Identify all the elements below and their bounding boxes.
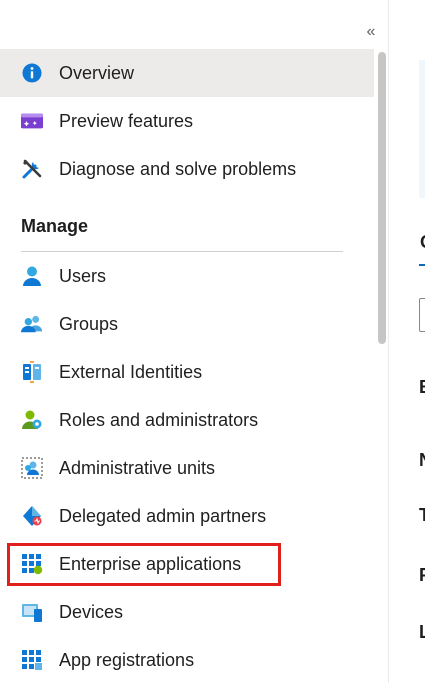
- sidebar-item-label: Preview features: [59, 110, 194, 131]
- sidebar-scrollbar-thumb[interactable]: [378, 52, 386, 344]
- sidebar-nav: Overview Preview features Diagnose and s…: [0, 49, 374, 684]
- label-partial: N: [419, 450, 425, 471]
- sidebar-item-roles[interactable]: Roles and administrators: [0, 396, 374, 444]
- info-banner: [419, 60, 425, 198]
- main-content-partial: O B N T P L: [389, 0, 425, 683]
- label-partial: T: [419, 505, 425, 525]
- tab-active-indicator: [419, 264, 425, 266]
- collapse-sidebar-button[interactable]: «: [362, 22, 380, 42]
- sidebar-item-label: Groups: [59, 313, 119, 334]
- sidebar-item-label: External Identities: [59, 361, 203, 382]
- sidebar-item-label: Delegated admin partners: [59, 505, 267, 526]
- sidebar-item-devices[interactable]: Devices: [0, 588, 374, 636]
- sidebar-item-label: App registrations: [59, 649, 195, 670]
- label-partial: P: [419, 565, 425, 586]
- sidebar-item-diagnose[interactable]: Diagnose and solve problems: [0, 145, 374, 193]
- user-icon: [21, 265, 43, 287]
- sidebar-item-label: Users: [59, 265, 107, 286]
- sidebar-item-app-registrations[interactable]: App registrations: [0, 636, 374, 684]
- preview-features-icon: [21, 110, 43, 132]
- section-title: Manage: [21, 216, 89, 236]
- label-partial: L: [419, 622, 425, 642]
- sidebar-item-external-identities[interactable]: External Identities: [0, 348, 374, 396]
- devices-icon: [21, 601, 43, 623]
- section-header-manage: Manage: [0, 193, 374, 251]
- external-identities-icon: [21, 361, 43, 383]
- wrench-icon: [21, 158, 43, 180]
- annotation-highlight-box: [7, 543, 281, 586]
- delegated-admin-icon: [21, 505, 43, 527]
- app-registrations-icon: [21, 649, 43, 671]
- sidebar-item-admin-units[interactable]: Administrative units: [0, 444, 374, 492]
- sidebar-item-users[interactable]: Users: [0, 252, 374, 300]
- sidebar-item-preview-features[interactable]: Preview features: [0, 97, 374, 145]
- sidebar-item-label: Diagnose and solve problems: [59, 158, 297, 179]
- info-icon: [21, 62, 43, 84]
- admin-units-icon: [21, 457, 43, 479]
- sidebar-item-overview[interactable]: Overview: [0, 49, 374, 97]
- sidebar-item-delegated-admin[interactable]: Delegated admin partners: [0, 492, 374, 540]
- sidebar-item-label: Administrative units: [59, 457, 216, 478]
- label-partial: B: [419, 377, 425, 398]
- groups-icon: [21, 313, 43, 335]
- sidebar-item-label: Overview: [59, 62, 135, 83]
- sidebar-item-label: Devices: [59, 601, 124, 622]
- sidebar-item-groups[interactable]: Groups: [0, 300, 374, 348]
- roles-icon: [21, 409, 43, 431]
- sidebar-item-label: Roles and administrators: [59, 409, 259, 430]
- search-input-edge[interactable]: [419, 298, 425, 332]
- tab-overview-partial[interactable]: O: [420, 232, 425, 253]
